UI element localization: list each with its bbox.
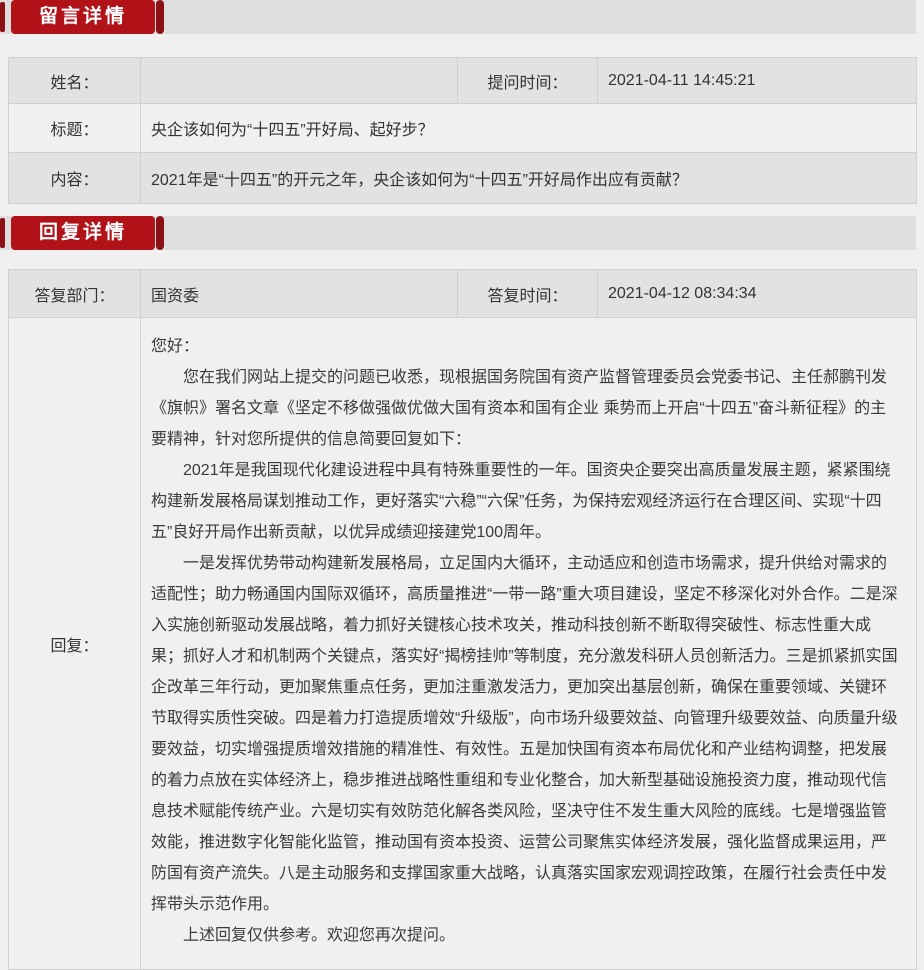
accent-bar-right xyxy=(156,0,164,34)
accent-bar-left xyxy=(0,2,5,32)
name-value xyxy=(141,58,458,104)
title-label: 标题： xyxy=(9,104,141,153)
dept-value: 国资委 xyxy=(141,270,458,318)
reply-paragraph: 您好： xyxy=(151,331,902,362)
accent-bar-left xyxy=(0,218,5,248)
reply-section-header-band: 回复详情 xyxy=(0,216,916,250)
message-detail-table: 姓名： 提问时间： 2021-04-11 14:45:21 标题： 央企该如何为… xyxy=(8,57,917,204)
reply-paragraph: 上述回复仅供参考。欢迎您再次提问。 xyxy=(151,920,902,951)
table-row: 标题： 央企该如何为“十四五”开好局、起好步？ xyxy=(9,104,917,153)
content-value: 2021年是“十四五”的开元之年，央企该如何为“十四五”开好局作出应有贡献？ xyxy=(141,153,917,204)
name-label: 姓名： xyxy=(9,58,141,104)
message-section: 留言详情 姓名： 提问时间： 2021-04-11 14:45:21 标题： 央… xyxy=(0,0,924,204)
reply-section: 回复详情 答复部门： 国资委 答复时间： 2021-04-12 08:34:34… xyxy=(0,216,924,970)
message-section-header-band: 留言详情 xyxy=(0,0,916,34)
reply-section-title-badge: 回复详情 xyxy=(11,216,155,250)
reply-section-title: 回复详情 xyxy=(39,222,127,243)
message-section-title-badge: 留言详情 xyxy=(11,0,155,34)
reply-content: 您好： 您在我们网站上提交的问题已收悉，现根据国务院国有资产监督管理委员会党委书… xyxy=(141,318,917,970)
reply-paragraph: 一是发挥优势带动构建新发展格局，立足国内大循环，主动适应和创造市场需求，提升供给… xyxy=(151,548,902,920)
table-row: 回复： 您好： 您在我们网站上提交的问题已收悉，现根据国务院国有资产监督管理委员… xyxy=(9,318,917,970)
reply-time-label: 答复时间： xyxy=(458,270,598,318)
ask-time-value: 2021-04-11 14:45:21 xyxy=(598,58,917,104)
reply-label: 回复： xyxy=(9,318,141,970)
reply-paragraph: 2021年是我国现代化建设进程中具有特殊重要性的一年。国资央企要突出高质量发展主… xyxy=(151,455,902,548)
dept-label: 答复部门： xyxy=(9,270,141,318)
table-row: 姓名： 提问时间： 2021-04-11 14:45:21 xyxy=(9,58,917,104)
reply-detail-table: 答复部门： 国资委 答复时间： 2021-04-12 08:34:34 回复： … xyxy=(8,269,917,970)
table-row: 内容： 2021年是“十四五”的开元之年，央企该如何为“十四五”开好局作出应有贡… xyxy=(9,153,917,204)
reply-paragraph: 您在我们网站上提交的问题已收悉，现根据国务院国有资产监督管理委员会党委书记、主任… xyxy=(151,362,902,455)
message-section-title: 留言详情 xyxy=(39,6,127,27)
ask-time-label: 提问时间： xyxy=(458,58,598,104)
accent-bar-right xyxy=(156,216,164,250)
reply-time-value: 2021-04-12 08:34:34 xyxy=(598,270,917,318)
table-row: 答复部门： 国资委 答复时间： 2021-04-12 08:34:34 xyxy=(9,270,917,318)
reply-text: 您好： 您在我们网站上提交的问题已收悉，现根据国务院国有资产监督管理委员会党委书… xyxy=(151,331,902,951)
content-label: 内容： xyxy=(9,153,141,204)
title-value: 央企该如何为“十四五”开好局、起好步？ xyxy=(141,104,917,153)
